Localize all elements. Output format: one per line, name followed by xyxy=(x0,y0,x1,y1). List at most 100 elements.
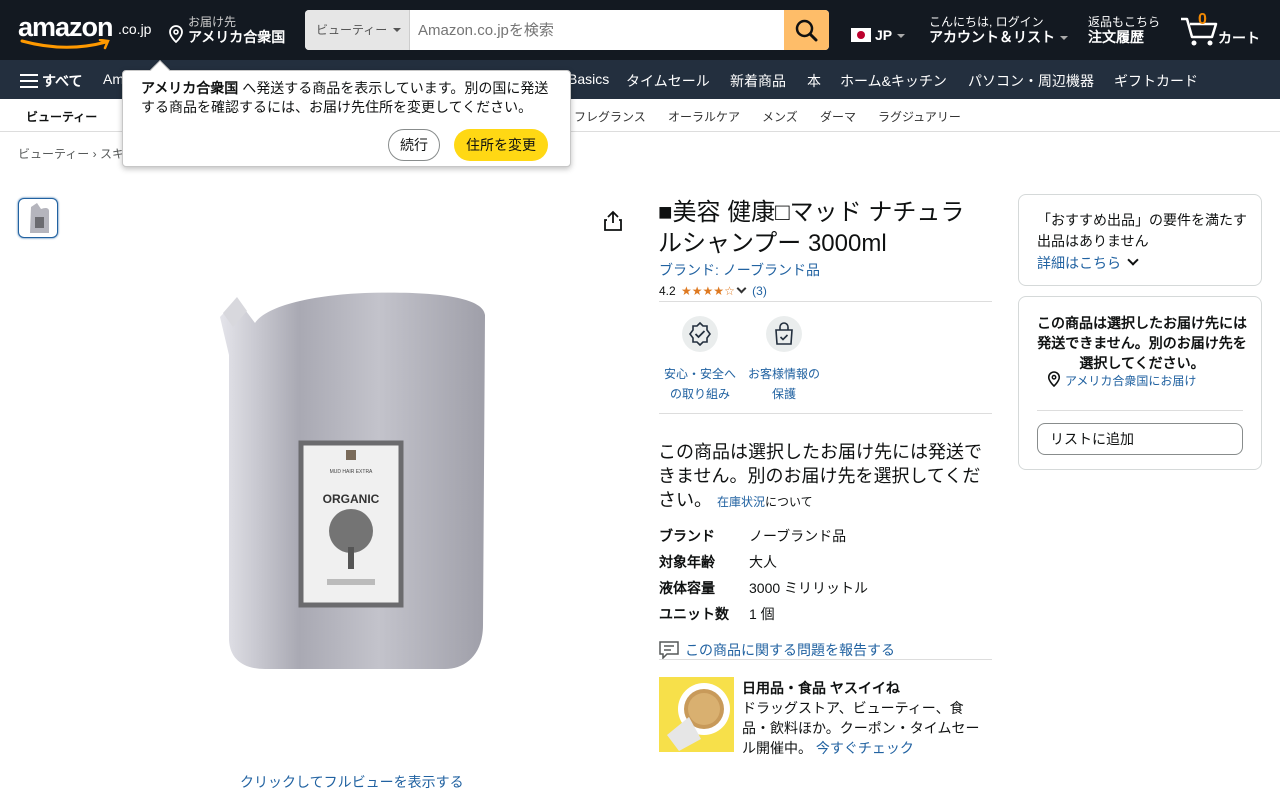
divider xyxy=(659,659,992,660)
all-menu-button[interactable]: すべて xyxy=(20,71,82,91)
location-pin-icon xyxy=(1047,371,1061,387)
popover-message: アメリカ合衆国 へ発送する商品を表示しています。別の国に発送する商品を確認するに… xyxy=(141,79,561,117)
nav-item-books[interactable]: 本 xyxy=(807,71,821,91)
account-lists[interactable]: こんにちは, ログイン アカウント＆リスト xyxy=(929,15,1068,46)
comment-report-icon xyxy=(659,641,679,660)
search-category-select[interactable]: ビューティー xyxy=(305,10,410,50)
share-icon[interactable] xyxy=(603,210,623,232)
safety-label-l1: 安心・安全へ xyxy=(663,367,736,381)
spec-value: 1 個 xyxy=(749,606,775,622)
returns-orders[interactable]: 返品もこちら 注文履歴 xyxy=(1088,15,1160,46)
safety-badge-icon xyxy=(689,322,711,346)
promo-text: 日用品・食品 ヤスイイね ドラッグストア、ビューティー、食品・飲料ほか。クーポン… xyxy=(742,678,987,758)
rating-value: 4.2 xyxy=(659,284,676,298)
subnav-item-mens[interactable]: メンズ xyxy=(762,108,798,125)
rating-count[interactable]: (3) xyxy=(752,284,767,298)
change-address-button[interactable]: 住所を変更 xyxy=(454,129,548,161)
promo-food-image xyxy=(667,683,730,751)
brand-link[interactable]: ブランド: ノーブランド品 xyxy=(659,260,820,280)
address-popover: アメリカ合衆国 へ発送する商品を表示しています。別の国に発送する商品を確認するに… xyxy=(122,60,571,167)
spec-key: ユニット数 xyxy=(659,606,729,622)
subnav-item-luxury[interactable]: ラグジュアリー xyxy=(878,108,961,125)
no-ship-text: この商品は選択したお届け先には発送できません。別のお届け先を選択してください。 xyxy=(658,442,982,510)
spec-row: 液体容量 3000 ミリリットル xyxy=(659,578,989,598)
promo-link[interactable]: 今すぐチェック xyxy=(816,740,914,756)
divider xyxy=(659,413,992,414)
language-selector[interactable]: JP xyxy=(851,27,906,43)
subnav-item-oralcare[interactable]: オーラルケア xyxy=(668,108,740,125)
privacy-label-l2: 保護 xyxy=(771,387,796,401)
pouch-thumbnail-image xyxy=(30,203,49,233)
product-title: ■美容 健康□マッド ナチュラルシャンプー 3000ml xyxy=(658,199,965,257)
stock-suffix: について xyxy=(765,495,813,509)
nav-item-new[interactable]: 新着商品 xyxy=(730,71,786,91)
hamburger-icon xyxy=(20,74,38,88)
stock-status-link[interactable]: 在庫状況 xyxy=(717,495,765,509)
details-link[interactable]: 詳細はこちら xyxy=(1037,253,1139,273)
no-ship-message: この商品は選択したお届け先には発送できません。別のお届け先を選択してください。 … xyxy=(658,440,988,514)
spec-value: ノーブランド品 xyxy=(749,528,847,544)
divider xyxy=(659,301,992,302)
nav-item-pc[interactable]: パソコン・周辺機器 xyxy=(968,71,1094,91)
nav-item-home-kitchen[interactable]: ホーム&キッチン xyxy=(840,71,947,91)
orders-label: 注文履歴 xyxy=(1088,29,1144,45)
continue-button[interactable]: 続行 xyxy=(388,129,440,161)
spec-key: ブランド xyxy=(659,528,715,544)
star-rating-icon: ★★★★☆ xyxy=(681,284,735,298)
image-thumbnail[interactable] xyxy=(18,198,58,238)
privacy-badge[interactable]: お客様情報の 保護 xyxy=(744,316,824,404)
search-category-label: ビューティー xyxy=(316,23,388,37)
spec-row: 対象年齢 大人 xyxy=(659,552,989,572)
promo-image[interactable] xyxy=(659,677,734,752)
spec-key: 対象年齢 xyxy=(659,554,715,570)
promo-heading: 日用品・食品 ヤスイイね xyxy=(742,680,900,696)
account-label: アカウント＆リスト xyxy=(929,29,1055,45)
deliver-country: アメリカ合衆国 xyxy=(188,29,286,45)
nav-item-basics[interactable]: Basics xyxy=(568,71,609,87)
language-label: JP xyxy=(875,27,893,43)
deliver-location-link[interactable]: アメリカ合衆国にお届け xyxy=(1047,371,1196,389)
report-issue-link[interactable]: この商品に関する問題を報告する xyxy=(659,640,895,660)
search-bar: ビューティー xyxy=(305,10,829,50)
subnav-item-derma[interactable]: ダーマ xyxy=(820,108,856,125)
caret-down-icon xyxy=(393,28,401,32)
spec-key: 液体容量 xyxy=(659,580,715,596)
shampoo-pouch-image: MUD HAIR EXTRA ORGANIC xyxy=(220,292,485,669)
pouch-sublabel: MUD HAIR EXTRA xyxy=(330,469,373,475)
customer-info-bag-icon xyxy=(775,322,793,345)
search-icon xyxy=(795,19,818,42)
nav-item-timesale[interactable]: タイムセール xyxy=(626,71,710,91)
amazon-logo[interactable]: amazon .co.jp xyxy=(18,12,153,52)
add-to-list-button[interactable]: リストに追加 xyxy=(1037,423,1243,455)
location-pin-icon xyxy=(169,25,183,43)
all-menu-label: すべて xyxy=(42,73,83,89)
full-view-link[interactable]: クリックしてフルビューを表示する xyxy=(240,772,464,792)
japan-flag-icon xyxy=(851,28,871,42)
search-button[interactable] xyxy=(784,10,829,50)
featured-offer-text: 「おすすめ出品」の要件を満たす出品はありません xyxy=(1037,212,1247,249)
cart-button[interactable]: 0 カート xyxy=(1180,11,1270,52)
spec-value: 大人 xyxy=(749,554,777,570)
caret-down-icon xyxy=(897,34,906,38)
divider xyxy=(1037,410,1243,411)
spec-value: 3000 ミリリットル xyxy=(749,580,869,596)
rating-summary[interactable]: 4.2 ★★★★☆ (3) xyxy=(659,283,767,298)
chevron-down-icon xyxy=(1127,254,1139,266)
subnav-item-fragrance[interactable]: フレグランス xyxy=(574,108,646,125)
main-product-image[interactable]: MUD HAIR EXTRA ORGANIC xyxy=(215,285,490,675)
caret-down-icon xyxy=(1060,36,1068,40)
subnav-item-beauty[interactable]: ビューティー xyxy=(26,108,97,125)
safety-label-l2: の取り組み xyxy=(669,387,730,401)
safety-badge[interactable]: 安心・安全へ の取り組み xyxy=(660,316,740,404)
spec-row: ブランド ノーブランド品 xyxy=(659,526,989,546)
top-header: amazon .co.jp お届け先 アメリカ合衆国 ビューティー JP こんに… xyxy=(0,0,1280,60)
logo-tld: .co.jp xyxy=(118,21,152,37)
chevron-down-icon[interactable] xyxy=(736,283,747,294)
nav-item-am[interactable]: Am xyxy=(103,71,124,87)
search-input[interactable] xyxy=(410,10,785,50)
nav-item-giftcard[interactable]: ギフトカード xyxy=(1114,71,1198,91)
breadcrumb[interactable]: ビューティー › スキ xyxy=(18,145,124,162)
pouch-label: ORGANIC xyxy=(323,492,380,506)
privacy-label-l1: お客様情報の xyxy=(747,367,820,381)
smile-arrow-icon xyxy=(20,39,110,50)
